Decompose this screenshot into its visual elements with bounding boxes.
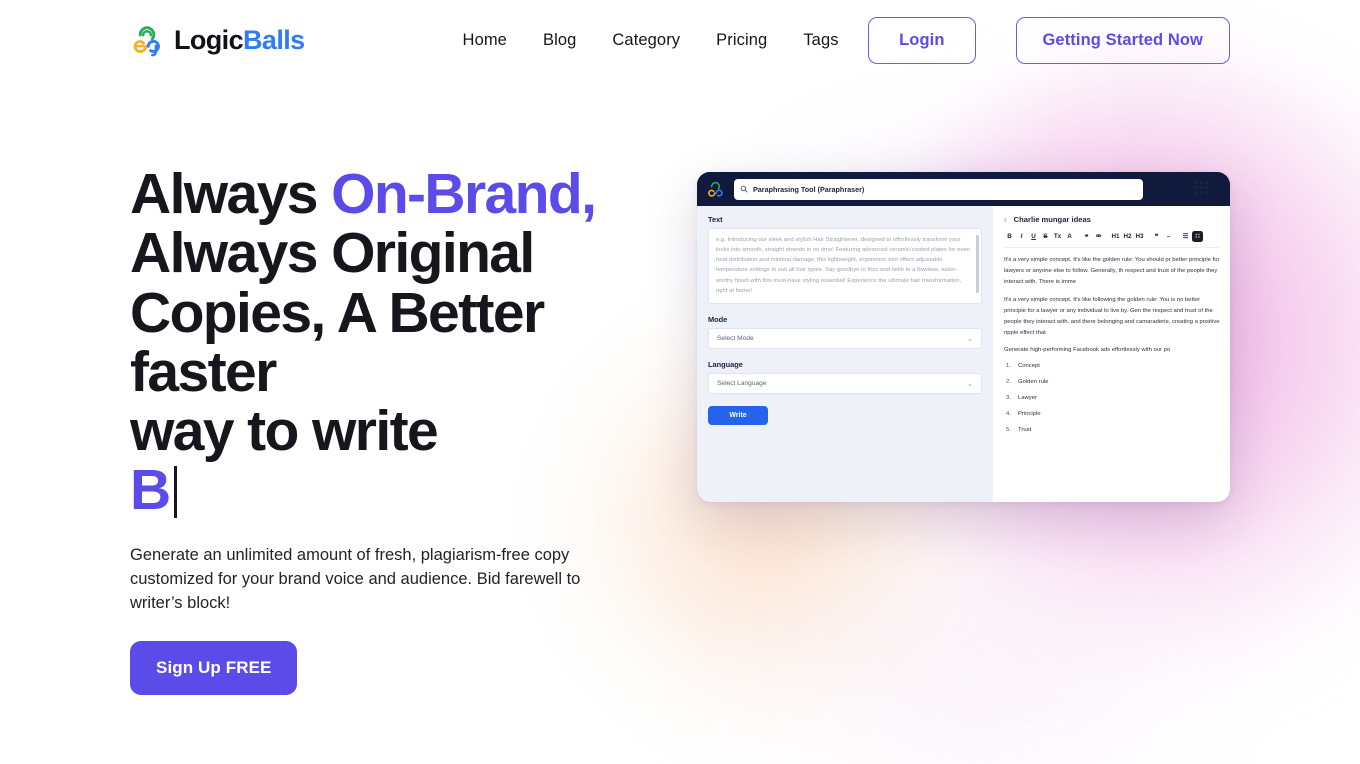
list-item: 4. Principle	[1006, 410, 1220, 419]
bold-icon[interactable]: B	[1004, 233, 1015, 240]
brand-name: LogicBalls	[174, 25, 305, 56]
sign-up-free-button[interactable]: Sign Up FREE	[130, 641, 298, 696]
hero-section: Always On-Brand, Always Original Copies,…	[0, 162, 1360, 696]
page-title: Always On-Brand, Always Original Copies,…	[130, 162, 690, 523]
list-item-label: Lawyer	[1018, 395, 1037, 402]
mockup-text-label: Text	[708, 215, 723, 224]
clear-format-icon[interactable]: Tx	[1052, 233, 1063, 240]
underline-icon[interactable]: U	[1028, 233, 1039, 240]
mockup-topbar: Paraphrasing Tool (Paraphraser)	[697, 172, 1230, 206]
mockup-write-button[interactable]: Write	[708, 406, 768, 425]
list-item: 1. Concept	[1006, 362, 1220, 371]
unlink-icon[interactable]: ⚮	[1093, 233, 1104, 240]
italic-icon[interactable]: I	[1016, 233, 1027, 240]
mockup-language-label: Language	[708, 360, 743, 369]
magnifier-icon	[740, 185, 748, 193]
typing-cursor	[173, 466, 177, 519]
text-color-icon[interactable]: A	[1064, 233, 1075, 240]
list-item: 3. Lawyer	[1006, 394, 1220, 403]
hero-title-line-4: way to write	[130, 399, 439, 464]
mockup-textarea-placeholder: e.g. Introducing our sleek and stylish H…	[716, 237, 970, 294]
mockup-language-value: Select Language	[717, 380, 767, 387]
hero-copy: Always On-Brand, Always Original Copies,…	[130, 162, 690, 696]
header-actions: Login Getting Started Now	[868, 16, 1230, 64]
product-screenshot-mockup: Paraphrasing Tool (Paraphraser) Text e.g…	[697, 172, 1230, 502]
nav-item-category[interactable]: Category	[612, 31, 680, 50]
nav-item-blog[interactable]: Blog	[543, 31, 576, 50]
mockup-search-input[interactable]: Paraphrasing Tool (Paraphraser)	[734, 178, 1143, 200]
chevron-left-icon[interactable]: ‹	[1004, 215, 1007, 224]
mockup-language-select[interactable]: Select Language ⌄	[708, 373, 982, 394]
list-item-label: Golden rule	[1018, 379, 1049, 386]
apps-grid-icon[interactable]	[1195, 181, 1208, 194]
textarea-scrollbar[interactable]	[976, 235, 979, 293]
mockup-mode-select[interactable]: Select Mode ⌄	[708, 328, 982, 349]
list-item-label: Principle	[1018, 411, 1041, 418]
heading-1-icon[interactable]: H1	[1110, 233, 1121, 240]
strikethrough-icon[interactable]: S	[1040, 233, 1051, 240]
login-button[interactable]: Login	[868, 16, 976, 64]
list-item-number: 3.	[1006, 395, 1011, 402]
mockup-editor-toolbar: B I U S Tx A ⚭ ⚮ H1 H2 H3 ❝ – ☰ ∷	[1004, 231, 1220, 248]
mockup-doc-paragraph-3: Generate high-performing Facebook ads ef…	[1004, 347, 1171, 354]
chevron-down-icon: ⌄	[967, 380, 973, 388]
brand-name-dark: Logic	[174, 24, 244, 55]
blockquote-icon[interactable]: ❝	[1151, 233, 1162, 240]
list-item-label: Trust	[1018, 427, 1032, 434]
grid-view-icon[interactable]: ∷	[1192, 231, 1203, 242]
heading-3-icon[interactable]: H3	[1134, 233, 1145, 240]
mockup-mode-label: Mode	[708, 315, 728, 324]
list-item-number: 4.	[1006, 411, 1011, 418]
mockup-text-textarea[interactable]: e.g. Introducing our sleek and stylish H…	[708, 228, 982, 304]
mockup-doc-paragraph-2: It's a very simple concept. It's like fo…	[1004, 296, 1220, 336]
landing-page: LogicBalls Home Blog Category Pricing Ta…	[0, 0, 1360, 764]
list-item-number: 2.	[1006, 379, 1011, 386]
mockup-body: Text e.g. Introducing our sleek and styl…	[697, 206, 1230, 502]
list-item: 5. Trust	[1006, 426, 1220, 435]
hero-description: Generate an unlimited amount of fresh, p…	[130, 545, 581, 613]
brand-name-accent: Balls	[243, 24, 305, 55]
heading-2-icon[interactable]: H2	[1122, 233, 1133, 240]
hero-title-line-1-plain: Always	[130, 162, 332, 226]
nav-item-home[interactable]: Home	[463, 31, 507, 50]
hero-title-line-3: Copies, A Better faster	[130, 280, 545, 404]
nav-item-tags[interactable]: Tags	[803, 31, 838, 50]
get-started-button[interactable]: Getting Started Now	[1015, 16, 1230, 64]
mockup-logo-icon	[708, 181, 723, 197]
main-navigation: Home Blog Category Pricing Tags	[463, 31, 839, 50]
mockup-doc-list: 1. Concept 2. Golden rule 3. Lawyer 4. Princ…	[1004, 362, 1220, 435]
mockup-right-panel: ‹ Charlie mungar ideas B I U S Tx A ⚭ ⚮ …	[993, 206, 1230, 502]
site-header: LogicBalls Home Blog Category Pricing Ta…	[0, 0, 1360, 80]
mockup-mode-value: Select Mode	[717, 335, 754, 342]
link-icon[interactable]: ⚭	[1081, 233, 1092, 240]
mockup-doc-header: ‹ Charlie mungar ideas	[1004, 215, 1220, 224]
mockup-doc-paragraph-1: It's a very simple concept. It's like th…	[1004, 257, 1220, 285]
logicballs-brain-logo-icon	[133, 26, 160, 57]
list-item-label: Concept	[1018, 363, 1040, 370]
nav-item-pricing[interactable]: Pricing	[716, 31, 767, 50]
list-item-number: 1.	[1006, 363, 1011, 370]
list-item: 2. Golden rule	[1006, 378, 1220, 387]
mockup-left-panel: Text e.g. Introducing our sleek and styl…	[697, 206, 993, 502]
brand-logo[interactable]: LogicBalls	[130, 23, 305, 57]
list-icon[interactable]: ☰	[1180, 233, 1191, 240]
hero-title-line-1-accent: On-Brand,	[331, 162, 597, 226]
hero-title-line-2: Always Original	[130, 221, 535, 286]
hero-title-typed-text: B	[130, 458, 171, 523]
mockup-doc-title: Charlie mungar ideas	[1013, 215, 1091, 224]
mockup-search-value: Paraphrasing Tool (Paraphraser)	[753, 184, 865, 194]
chevron-down-icon: ⌄	[967, 335, 973, 343]
horizontal-rule-icon[interactable]: –	[1163, 233, 1174, 240]
list-item-number: 5.	[1006, 427, 1011, 434]
